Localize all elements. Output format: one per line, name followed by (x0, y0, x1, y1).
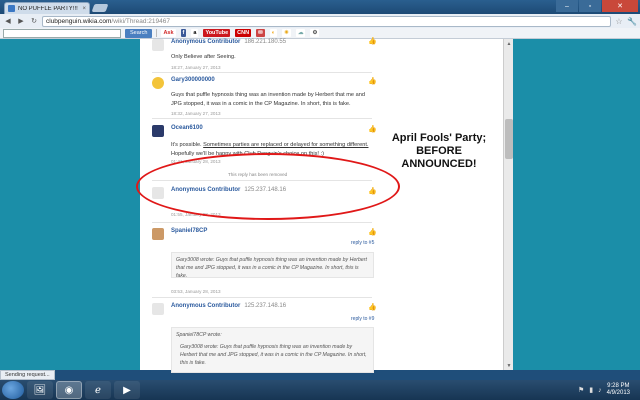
avatar (152, 125, 164, 137)
reply-author[interactable]: Gary300000000 (171, 77, 215, 83)
avatar (152, 303, 164, 315)
reply-author[interactable]: Anonymous Contributor 186.221.180.55 (171, 39, 286, 45)
page-scrollbar[interactable]: ▲ ▼ (503, 39, 513, 370)
minimize-button[interactable]: – (556, 0, 578, 12)
tray-volume-icon[interactable]: ♪ (598, 387, 602, 394)
reply-author[interactable]: Spaniel78CP (171, 228, 207, 234)
url-input[interactable]: clubpenguin.wikia.com/wiki/Thread:219467 (42, 15, 611, 27)
vote-up-icon[interactable]: 👍 (368, 303, 377, 311)
start-button[interactable] (2, 381, 24, 399)
toolbar-item-4[interactable]: CNN (235, 29, 252, 37)
reply-quote: Gary3008 wrote: Guys that puffle hypnosi… (171, 252, 374, 279)
bookmark-star-icon[interactable]: ☆ (614, 17, 624, 26)
taskbar-chrome-icon[interactable]: ◉ (56, 381, 82, 399)
taskbar-ie-icon[interactable]: ℯ (85, 381, 111, 399)
reply-timestamp: 18:27, January 27, 2013 (171, 65, 221, 70)
scrollbar-thumb[interactable] (505, 119, 513, 159)
reply-timestamp: 03:53, January 28, 2013 (171, 289, 221, 294)
vote-up-icon[interactable]: 👍 (368, 228, 377, 236)
reply-author[interactable]: Anonymous Contributor 125.237.148.16 (171, 303, 286, 309)
browser-tab[interactable]: NO PUFFLE PARTY!!! - × (4, 2, 90, 14)
reply-link[interactable]: Sometimes parties are replaced or delaye… (203, 142, 368, 148)
reply-to-link[interactable]: reply to #5 (351, 240, 374, 246)
tab-title: NO PUFFLE PARTY!!! - (18, 5, 80, 12)
address-bar: ◀ ▶ ↻ clubpenguin.wikia.com/wiki/Thread:… (0, 14, 640, 28)
nested-quote: Gary3008 wrote: Guys that puffle hypnosi… (180, 344, 367, 366)
reply-divider (152, 118, 372, 119)
windows-taskbar: 🖼 ◉ ℯ ▶ ⚑ ▮ ♪ 9:28 PM 4/9/2013 (0, 380, 640, 400)
clock-time: 9:28 PM (607, 383, 630, 389)
toolbar-search-button[interactable]: Search (125, 28, 153, 38)
toolbar-item-9[interactable]: ⚙ (310, 29, 320, 37)
quote-header: Spaniel78CP wrote: (176, 332, 222, 338)
toolbar-item-6[interactable]: ◐ (269, 29, 278, 37)
scroll-up-icon[interactable]: ▲ (504, 39, 514, 48)
new-tab-button[interactable] (91, 4, 109, 12)
reply-author[interactable]: Ocean6100 (171, 125, 203, 131)
url-host: clubpenguin.wikia.com (46, 17, 112, 25)
taskbar-photo-viewer-icon[interactable]: 🖼 (27, 381, 53, 399)
reply-body: Guys that puffle hypnosis thing was an i… (171, 92, 365, 107)
tab-close-icon[interactable]: × (82, 6, 86, 12)
maximize-button[interactable]: ▫ (579, 0, 601, 12)
system-tray: ⚑ ▮ ♪ 9:28 PM 4/9/2013 (578, 380, 630, 400)
window-controls: – ▫ ✕ (556, 0, 638, 12)
tray-flag-icon[interactable]: ⚑ (578, 386, 584, 394)
url-path: /wiki/Thread:219467 (111, 17, 170, 25)
taskbar-clock[interactable]: 9:28 PM 4/9/2013 (607, 383, 630, 397)
reply-quote: Spaniel78CP wrote: Gary3008 wrote: Guys … (171, 327, 374, 373)
wikia-favicon-icon (8, 5, 15, 12)
toolbar-separator (156, 29, 158, 37)
browser-titlebar: NO PUFFLE PARTY!!! - × – ▫ ✕ (0, 0, 640, 14)
page-viewport: Anonymous Contributor 186.221.180.55 Only… (0, 37, 640, 373)
toolbar-item-3[interactable]: YouTube (203, 29, 231, 37)
ask-toolbar: Search Ask f a YouTube CNN ✉ ◐ ☀ ☁ ⚙ (0, 28, 640, 39)
avatar (152, 77, 164, 89)
wrench-menu-icon[interactable]: 🔧 (627, 17, 637, 26)
toolbar-item-8[interactable]: ☁ (295, 29, 306, 37)
vote-up-icon[interactable]: 👍 (368, 37, 377, 45)
reply-divider (152, 297, 372, 298)
vote-up-icon[interactable]: 👍 (368, 77, 377, 85)
toolbar-item-7[interactable]: ☀ (282, 29, 291, 37)
reload-button[interactable]: ↻ (29, 16, 39, 26)
toolbar-items: Ask f a YouTube CNN ✉ ◐ ☀ ☁ ⚙ (161, 29, 320, 37)
avatar (152, 228, 164, 240)
reply-divider (152, 72, 372, 73)
reply-body: Only Believe after Seeing. (171, 54, 236, 60)
toolbar-item-0[interactable]: Ask (161, 29, 176, 37)
reply-to-link[interactable]: reply to #9 (351, 316, 374, 322)
back-button[interactable]: ◀ (3, 16, 13, 26)
toolbar-item-1[interactable]: f (180, 29, 187, 37)
status-bubble: Sending request... (0, 370, 55, 380)
annotation-text: April Fools' Party; BEFORE ANNOUNCED! (391, 132, 487, 170)
reply-ip: 125.237.148.16 (244, 303, 287, 309)
reply-divider (152, 222, 372, 223)
vote-up-icon[interactable]: 👍 (368, 125, 377, 133)
taskbar-media-player-icon[interactable]: ▶ (114, 381, 140, 399)
toolbar-item-2[interactable]: a (191, 29, 199, 37)
toolbar-item-5[interactable]: ✉ (256, 29, 265, 37)
close-window-button[interactable]: ✕ (602, 0, 638, 12)
avatar (152, 39, 164, 51)
scroll-down-icon[interactable]: ▼ (504, 361, 514, 370)
reply-ip: 186.221.180.55 (244, 39, 287, 45)
tray-network-icon[interactable]: ▮ (589, 386, 593, 394)
reply-timestamp: 18:32, January 27, 2013 (171, 111, 221, 116)
toolbar-search-input[interactable] (3, 28, 121, 38)
clock-date: 4/9/2013 (606, 390, 630, 396)
forward-button[interactable]: ▶ (16, 16, 26, 26)
red-highlight-circle (136, 153, 400, 220)
